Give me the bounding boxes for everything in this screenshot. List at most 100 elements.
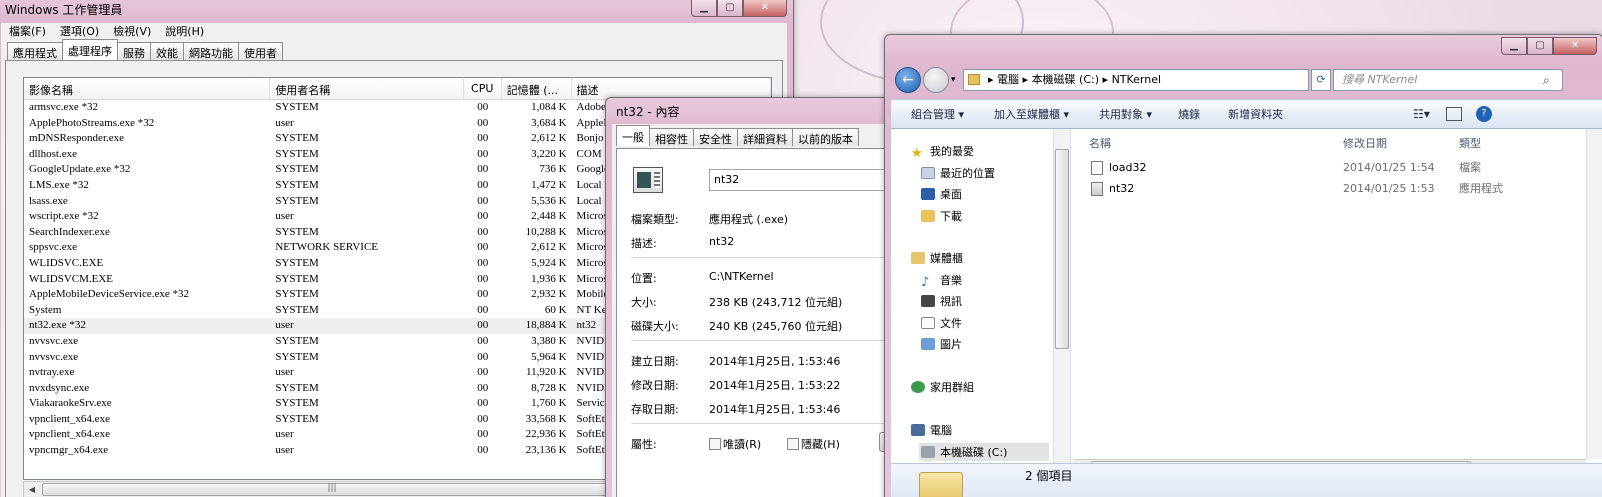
search-input[interactable]: 搜尋 NTKernel [1333,69,1563,91]
file-list: 名稱 修改日期 類型 load32 2014/01/25 1:54 檔案 nt3… [1073,129,1602,485]
file-list-header: 名稱 修改日期 類型 [1073,129,1586,153]
size-label: 大小: [631,296,657,309]
tab-networking[interactable]: 網路功能 [183,42,239,60]
menu-file[interactable]: 檔案(F) [9,23,46,41]
process-cell: user [275,319,294,332]
menu-view[interactable]: 檢視(V) [113,23,151,41]
readonly-checkbox[interactable]: 唯讀(R) [709,436,761,452]
breadcrumb-local-disk[interactable]: 本機磁碟 (C:) [1032,73,1099,86]
downloads-icon [921,210,935,222]
tab-security[interactable]: 安全性 [693,128,738,146]
file-name-field[interactable]: nt32 [709,169,893,191]
col-image-name[interactable]: 影像名稱 [24,78,271,99]
nav-videos[interactable]: 視訊 [921,293,962,309]
nav-desktop-label: 桌面 [940,188,962,201]
nav-favorites[interactable]: ★ 我的最愛 [911,143,974,161]
maximize-button[interactable]: ▢ [1527,37,1553,55]
menu-help[interactable]: 說明(H) [165,23,204,41]
minimize-button[interactable]: ▁ [1501,37,1527,55]
nav-music[interactable]: ♪ 音樂 [921,272,962,290]
nav-libraries[interactable]: 媒體櫃 [911,250,963,266]
process-cell: SYSTEM [275,132,319,145]
disk-size-value: 240 KB (245,760 位元組) [709,320,843,333]
nav-homegroup[interactable]: 家用群組 [911,379,974,395]
tab-previous-versions[interactable]: 以前的版本 [792,128,859,146]
process-cell: 22,936 K [525,428,567,441]
burn-button[interactable]: 燒錄 [1178,106,1200,122]
process-cell: 00 [477,334,489,347]
nav-downloads[interactable]: 下載 [921,208,962,224]
process-cell: 33,568 K [525,412,567,425]
hidden-checkbox[interactable]: 隱藏(H) [787,436,840,452]
breadcrumb-ntkernel[interactable]: NTKernel [1112,73,1162,86]
nav-pictures[interactable]: 圖片 [921,336,962,352]
recent-pages-chevron-icon[interactable]: ▾ [951,75,956,85]
col-memory[interactable]: 記憶體 (... [502,78,572,99]
search-icon[interactable]: ⌕ [1543,73,1550,88]
new-folder-button[interactable]: 新增資料夾 [1228,106,1283,122]
address-bar[interactable]: ▸ 電腦 ▸ 本機磁碟 (C:) ▸ NTKernel [963,69,1309,91]
process-cell: vpnclient_x64.exe [29,428,110,441]
back-button[interactable]: ← [895,67,921,93]
process-cell: 1,936 K [531,272,567,285]
tab-applications[interactable]: 應用程式 [7,42,63,60]
col-type[interactable]: 類型 [1459,135,1481,151]
nav-favorites-label: 我的最愛 [930,145,974,158]
file-row-nt32[interactable]: nt32 2014/01/25 1:53 應用程式 [1081,180,1541,198]
share-with-button[interactable]: 共用對象 ▾ [1099,106,1152,122]
scroll-thumb[interactable]: ||| [42,483,622,496]
nav-recent[interactable]: 最近的位置 [921,165,995,181]
process-cell: 00 [477,444,489,457]
view-options-icon[interactable]: ☷▾ [1413,107,1430,121]
tab-details[interactable]: 詳細資料 [737,128,793,146]
minimize-button[interactable]: ▁ [691,0,717,17]
close-button[interactable]: ✕ [743,0,787,17]
library-icon [911,252,925,264]
nav-computer[interactable]: 電腦 [911,422,952,438]
process-cell: System [29,303,62,316]
process-cell: SYSTEM [275,101,319,113]
col-cpu[interactable]: CPU [464,78,502,99]
process-cell: 10,288 K [525,225,567,238]
description-label: 描述: [631,237,657,250]
col-name[interactable]: 名稱 [1089,135,1111,151]
file-date: 2014/01/25 1:53 [1343,182,1435,195]
col-user-name[interactable]: 使用者名稱 [270,78,464,99]
drive-icon [921,446,935,458]
refresh-icon[interactable]: ⟳ [1311,69,1331,91]
nav-desktop[interactable]: 桌面 [921,186,962,202]
tab-general[interactable]: 一般 [616,125,650,146]
process-cell: ViakaraokeSrv.exe [29,397,112,410]
process-cell: WLIDSVC.EXE [29,256,104,269]
col-description[interactable]: 描述 [572,78,771,99]
nav-pane-vscroll[interactable] [1053,129,1070,485]
tab-users[interactable]: 使用者 [238,42,283,60]
maximize-button[interactable]: ▢ [717,0,743,17]
tab-processes[interactable]: 處理程序 [62,39,118,60]
nav-documents[interactable]: 文件 [921,315,962,331]
process-cell: 00 [477,381,489,394]
hidden-label: 隱藏(H) [801,438,840,451]
close-button[interactable]: ✕ [1553,37,1597,55]
file-list-vscroll[interactable] [1586,129,1602,459]
checkbox-icon [787,438,799,450]
scroll-left-arrow-icon[interactable]: ◀ [24,482,40,497]
col-date-modified[interactable]: 修改日期 [1343,135,1387,151]
nav-local-disk[interactable]: 本機磁碟 (C:) [919,443,1049,461]
help-icon[interactable]: ? [1475,106,1492,122]
preview-pane-icon[interactable] [1445,107,1462,121]
breadcrumb-computer[interactable]: 電腦 [997,73,1019,86]
forward-button[interactable] [923,67,949,93]
process-cell: 00 [477,163,489,176]
tab-services[interactable]: 服務 [117,42,151,60]
tab-compatibility[interactable]: 相容性 [649,128,694,146]
scroll-thumb[interactable] [1055,149,1069,349]
readonly-label: 唯讀(R) [723,438,762,451]
file-row-load32[interactable]: load32 2014/01/25 1:54 檔案 [1081,159,1541,177]
tab-performance[interactable]: 效能 [150,42,184,60]
add-to-library-button[interactable]: 加入至媒體櫃 ▾ [994,106,1069,122]
nav-pictures-label: 圖片 [940,338,962,351]
process-cell: vpncmgr_x64.exe [29,444,109,457]
process-cell: 23,136 K [525,444,567,457]
organize-button[interactable]: 組合管理 ▾ [911,106,964,122]
